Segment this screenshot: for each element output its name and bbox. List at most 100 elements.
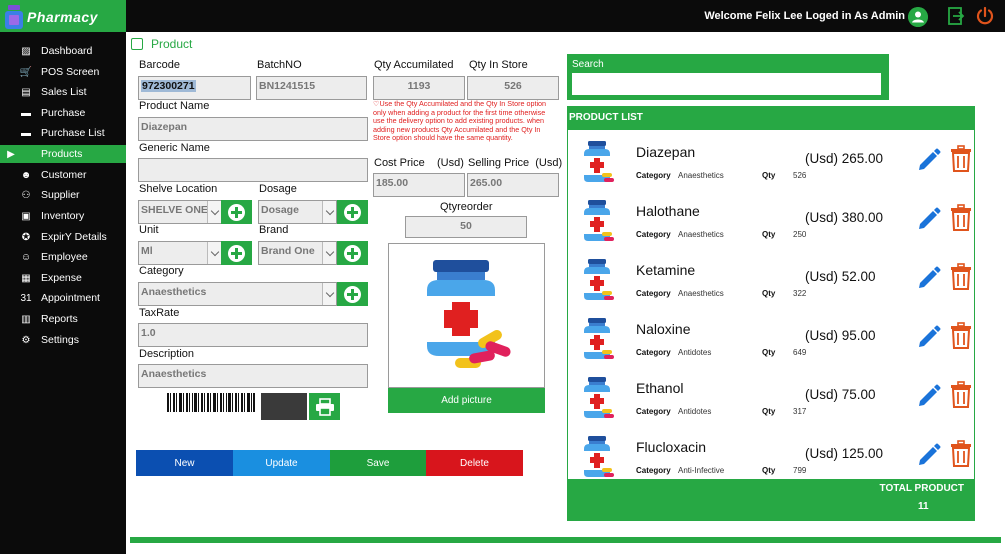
save-button[interactable]: Save	[330, 450, 426, 476]
supplier-icon: ⚇	[21, 189, 31, 201]
user-icon[interactable]	[908, 7, 928, 27]
app-name: Pharmacy	[27, 9, 98, 25]
description-label: Description	[139, 348, 195, 360]
shelve-location-label: Shelve Location	[139, 183, 218, 195]
cost-price-field[interactable]: 185.00	[373, 173, 465, 197]
sidebar-item-supplier[interactable]: ⚇ Supplier	[0, 186, 126, 204]
shelve-location-select[interactable]: SHELVE ONE	[138, 200, 222, 224]
edit-icon[interactable]	[916, 383, 942, 409]
plus-circle-icon	[228, 244, 245, 262]
edit-icon[interactable]	[916, 324, 942, 350]
category-label: Category	[636, 230, 671, 239]
product-row[interactable]: Halothane Category Anaesthetics Qty 250 (Usd)…	[568, 193, 974, 252]
sidebar-item-appointment[interactable]: 31 Appointment	[0, 289, 126, 307]
trash-icon[interactable]	[950, 204, 972, 232]
qty-value: 317	[793, 407, 807, 416]
barcode-field[interactable]: 972300271	[138, 76, 251, 100]
batchno-field[interactable]: BN1241515	[256, 76, 367, 100]
category-label: Category	[636, 289, 671, 298]
selling-price-label: Selling Price (Usd)	[468, 157, 563, 169]
product-page-icon	[131, 38, 143, 50]
category-label: Category	[636, 407, 671, 416]
sidebar-item-purchase[interactable]: ▬ Purchase	[0, 104, 126, 122]
trash-icon[interactable]	[950, 145, 972, 173]
plus-circle-icon	[344, 203, 361, 221]
sidebar-item-label: Dashboard	[41, 45, 93, 57]
product-row[interactable]: Diazepan Category Anaesthetics Qty 526 (Usd) …	[568, 134, 974, 193]
taxrate-field[interactable]: 1.0	[138, 323, 368, 347]
selling-price-field[interactable]: 265.00	[467, 173, 559, 197]
medicine-bottle-icon	[580, 140, 614, 184]
qty-in-store-field[interactable]: 526	[467, 76, 559, 100]
sidebar-item-label: Employee	[41, 251, 88, 263]
expiry-icon: ✪	[21, 231, 31, 243]
qty-accumilated-field[interactable]: 1193	[373, 76, 465, 100]
trash-icon[interactable]	[950, 263, 972, 291]
print-button[interactable]	[309, 393, 340, 420]
brand-value: Brand One	[261, 245, 315, 257]
sidebar-item-label: Reports	[41, 313, 78, 325]
category-select[interactable]: Anaesthetics	[138, 282, 337, 306]
edit-icon[interactable]	[916, 206, 942, 232]
add-shelve-button[interactable]	[221, 200, 252, 224]
add-dosage-button[interactable]	[337, 200, 368, 224]
delete-button[interactable]: Delete	[426, 450, 523, 476]
product-row[interactable]: Naloxine Category Antidotes Qty 649 (Usd) 95.…	[568, 311, 974, 370]
medicine-bottle-icon	[580, 199, 614, 243]
product-name-field[interactable]: Diazepan	[138, 117, 368, 141]
power-icon[interactable]	[975, 6, 995, 26]
unit-select[interactable]: Ml	[138, 241, 222, 265]
chevron-down-icon	[322, 283, 336, 305]
sidebar-item-sales-list[interactable]: ▤ Sales List	[0, 83, 126, 101]
dosage-value: Dosage	[261, 204, 299, 216]
product-name: Ketamine	[636, 262, 696, 278]
sidebar-item-purchase-list[interactable]: ▬ Purchase List	[0, 124, 126, 142]
product-row[interactable]: Ketamine Category Anaesthetics Qty 322 (Usd) …	[568, 252, 974, 311]
dosage-select[interactable]: Dosage	[258, 200, 337, 224]
description-field[interactable]: Anaesthetics	[138, 364, 368, 388]
sidebar-item-products[interactable]: ▶ Products	[0, 145, 126, 163]
search-input[interactable]	[571, 72, 882, 96]
category-value: Anti-Infective	[678, 466, 725, 475]
edit-icon[interactable]	[916, 265, 942, 291]
page-title: Product	[131, 37, 192, 51]
product-row[interactable]: Ethanol Category Antidotes Qty 317 (Usd) 75.0…	[568, 370, 974, 429]
category-label: Category	[636, 466, 671, 475]
product-list-footer: TOTAL PRODUCT 11	[568, 479, 974, 520]
product-list: PRODUCT LIST Diazepan Category Anaesthetic…	[567, 106, 975, 521]
add-category-button[interactable]	[337, 282, 368, 306]
sidebar-item-expense[interactable]: ▦ Expense	[0, 269, 126, 287]
barcode-preview	[261, 393, 307, 420]
sidebar-item-reports[interactable]: ▥ Reports	[0, 310, 126, 328]
sidebar-item-settings[interactable]: ⚙ Settings	[0, 331, 126, 349]
chevron-down-icon	[207, 242, 221, 264]
add-brand-button[interactable]	[337, 241, 368, 265]
edit-icon[interactable]	[916, 442, 942, 468]
sidebar-item-inventory[interactable]: ▣ Inventory	[0, 207, 126, 225]
sidebar-item-customer[interactable]: ☻ Customer	[0, 166, 126, 184]
sidebar-item-expiry-details[interactable]: ✪ ExpirY Details	[0, 228, 126, 246]
report-icon: ▥	[21, 313, 31, 325]
qtyreorder-field[interactable]: 50	[405, 216, 527, 238]
logout-icon[interactable]	[947, 7, 965, 25]
barcode-image	[166, 393, 255, 412]
trash-icon[interactable]	[950, 381, 972, 409]
trash-icon[interactable]	[950, 322, 972, 350]
printer-icon	[315, 397, 334, 416]
sidebar-item-dashboard[interactable]: ▨ Dashboard	[0, 42, 126, 60]
edit-icon[interactable]	[916, 147, 942, 173]
qty-label: Qty	[762, 230, 776, 239]
qty-accumilated-label: Qty Accumilated	[374, 59, 454, 71]
add-picture-button[interactable]: Add picture	[388, 388, 545, 413]
sidebar-item-employee[interactable]: ☺ Employee	[0, 248, 126, 266]
sidebar-item-pos-screen[interactable]: 🛒 POS Screen	[0, 63, 126, 81]
generic-name-field[interactable]	[138, 158, 368, 182]
barcode-label: Barcode	[139, 59, 180, 71]
brand-select[interactable]: Brand One	[258, 241, 337, 265]
new-button[interactable]: New	[136, 450, 233, 476]
product-price: (Usd) 75.00	[805, 387, 876, 402]
add-unit-button[interactable]	[221, 241, 252, 265]
total-product-label: TOTAL PRODUCT	[879, 483, 964, 494]
trash-icon[interactable]	[950, 440, 972, 468]
update-button[interactable]: Update	[233, 450, 330, 476]
